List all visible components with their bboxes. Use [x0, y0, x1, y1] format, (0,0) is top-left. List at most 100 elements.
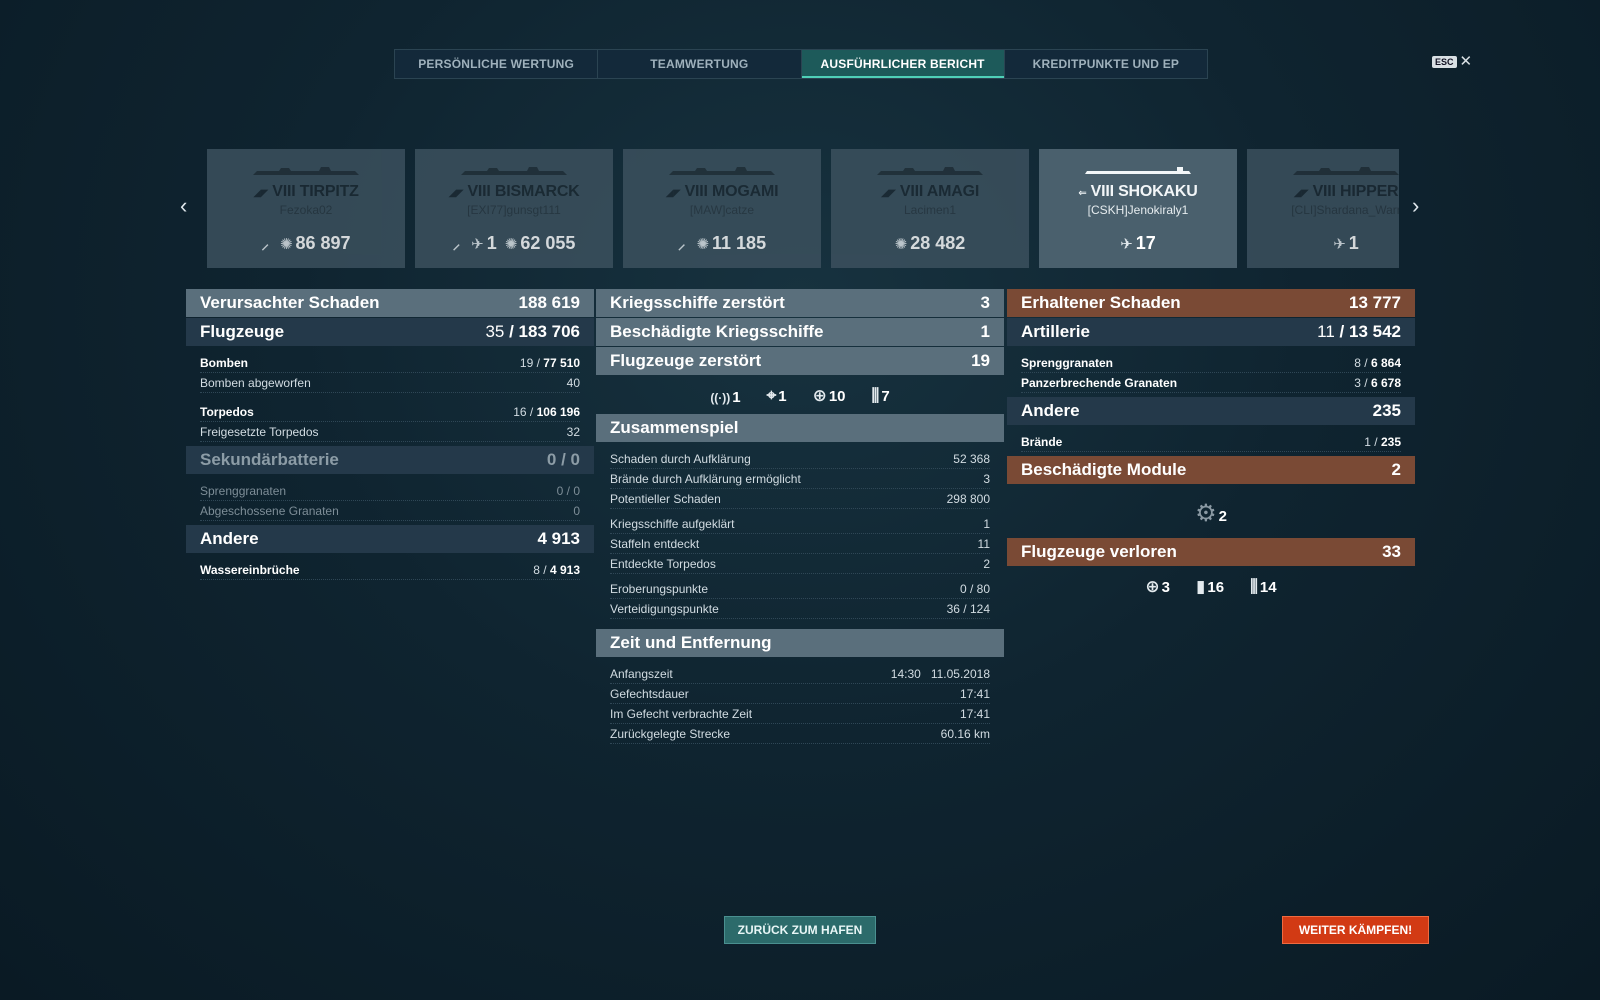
- tab-credits-xp[interactable]: KREDITPUNKTE UND EP: [1005, 50, 1207, 78]
- ship-card-shokaku[interactable]: ⇐ VIII SHOKAKU [CSKH]Jenokiraly1 ✈ 17: [1039, 149, 1237, 268]
- other-received-header: Andere 235: [1007, 397, 1415, 425]
- stat-item: ⚙ 2: [1195, 500, 1227, 527]
- other-damage-rows: Wassereinbrüche 8 / 4 913: [186, 554, 594, 584]
- planes-lost-header: Flugzeuge verloren 33: [1007, 538, 1415, 566]
- ship-card-tirpitz[interactable]: ◢◤ VIII TIRPITZ Fezoka02 ⸝ ✺ 86 897: [207, 149, 405, 268]
- shells-fired-row: Abgeschossene Granaten 0: [200, 501, 580, 521]
- bomb-icon: ▮: [1196, 577, 1206, 596]
- table-row: Gefechtsdauer 17:41: [610, 684, 990, 704]
- plane-shot-icon: ✈: [1120, 236, 1133, 253]
- player-name: [CLI]Shardana_Warr: [1291, 203, 1399, 217]
- battle-results-panel: Kriegsschiffe zerstört 3 Beschädigte Krie…: [596, 289, 1004, 748]
- player-name: Fezoka02: [279, 203, 333, 217]
- damage-dealt-panel: Verursachter Schaden 188 619 Flugzeuge 35 …: [186, 289, 594, 584]
- bombs-row: Bomben 19 / 77 510: [200, 353, 580, 373]
- ship-name: ◢◤ VIII TIRPITZ: [253, 183, 359, 200]
- stat-item: ✈ 1: [1333, 233, 1359, 253]
- fighter-target-icon: ⊕: [812, 386, 827, 405]
- he-shells-row: Sprenggranaten 8 / 6 864: [1021, 353, 1401, 373]
- stat-item: ✺ 11 185: [696, 233, 767, 253]
- flooding-icon: ✺: [504, 236, 518, 253]
- flooding-icon: ✺: [696, 236, 710, 253]
- damage-received-panel: Erhaltener Schaden 13 777 Artillerie 11 / …: [1007, 289, 1415, 605]
- ship-silhouette-icon: [877, 167, 983, 175]
- other-received-rows: Brände 1 / 235: [1007, 426, 1415, 456]
- ship-stats: ✈ 1: [1247, 233, 1399, 254]
- ship-silhouette-icon: [1293, 167, 1399, 175]
- ship-stats: ✈ 17: [1039, 233, 1237, 254]
- plane-shot-icon: ✈: [471, 236, 484, 253]
- tab-bar: PERSÖNLICHE WERTUNG TEAMWERTUNG AUSFÜHRL…: [394, 49, 1208, 79]
- ship-silhouette-icon: [461, 167, 567, 175]
- esc-key-label: ESC: [1432, 55, 1457, 68]
- close-icon: ✕: [1459, 53, 1473, 70]
- player-name: [EXI77]gunsgt111: [467, 203, 561, 217]
- crosshair-icon: ⌖: [766, 386, 777, 405]
- artillery-header: Artillerie 11 / 13 542: [1007, 318, 1415, 346]
- module-icon: ⚙: [1195, 500, 1217, 527]
- tab-personal-score[interactable]: PERSÖNLICHE WERTUNG: [395, 50, 599, 78]
- damaged-modules-breakdown: ⚙ 2: [1007, 485, 1415, 538]
- torpedo-bomber-icon: ⫼: [871, 386, 880, 405]
- teamplay-header: Zusammenspiel: [596, 414, 1004, 442]
- time-distance-rows: Anfangszeit 14:30 11.05.2018 Gefechtsdaue…: [596, 658, 1004, 748]
- warships-damaged-header: Beschädigte Kriegsschiffe 1: [596, 318, 1004, 346]
- torpedo-hit-icon: ⸝: [452, 235, 461, 253]
- ship-name: ⇐ VIII SHOKAKU: [1078, 183, 1198, 200]
- ship-stats: ⸝ ✺ 86 897: [207, 233, 405, 254]
- stat-item: ⊕ 3: [1145, 577, 1171, 596]
- other-damage-header: Andere 4 913: [186, 525, 594, 553]
- close-button[interactable]: ESC ✕: [1432, 54, 1472, 69]
- ship-card-amagi[interactable]: ◢◤ VIII AMAGI Lacimen1 ✺ 28 482: [831, 149, 1029, 268]
- tab-team-score[interactable]: TEAMWERTUNG: [598, 50, 802, 78]
- carrier-silhouette-icon: [1085, 167, 1191, 174]
- table-row: Staffeln entdeckt 11: [610, 534, 990, 554]
- torpedo-hit-icon: ⸝: [677, 235, 686, 253]
- damage-dealt-header: Verursachter Schaden 188 619: [186, 289, 594, 317]
- planes-lost-breakdown: ⊕ 3 ▮ 16 ⫼ 14: [1007, 567, 1415, 605]
- tab-detailed-report[interactable]: AUSFÜHRLICHER BERICHT: [801, 50, 1005, 78]
- carousel-next-arrow-icon[interactable]: ›: [1412, 193, 1419, 219]
- back-to-port-button[interactable]: ZURÜCK ZUM HAFEN: [724, 916, 876, 944]
- ship-cards-carousel: ◢◤ VIII TIRPITZ Fezoka02 ⸝ ✺ 86 897 ◢◤ VIII…: [207, 149, 1399, 268]
- stat-item: ⫼ 7: [871, 386, 890, 405]
- player-name: [CSKH]Jenokiraly1: [1087, 203, 1189, 217]
- table-row: Schaden durch Aufklärung 52 368: [610, 449, 990, 469]
- continue-battle-button[interactable]: WEITER KÄMPFEN!: [1282, 916, 1429, 944]
- fighter-target-icon: ⊕: [1145, 577, 1160, 596]
- player-name: [MAW]catze: [689, 203, 755, 217]
- ship-stats: ⸝ ✈ 1 ✺ 62 055: [415, 233, 613, 254]
- ship-card-mogami[interactable]: ◢◤ VIII MOGAMI [MAW]catze ⸝ ✺ 11 185: [623, 149, 821, 268]
- table-row: Brände durch Aufklärung ermöglicht 3: [610, 469, 990, 489]
- stat-item: ✈ 17: [1120, 233, 1156, 253]
- warships-destroyed-header: Kriegsschiffe zerstört 3: [596, 289, 1004, 317]
- stat-item: ✺ 28 482: [894, 233, 966, 253]
- table-row: Zurückgelegte Strecke 60.16 km: [610, 724, 990, 744]
- artillery-rows: Sprenggranaten 8 / 6 864 Panzerbrechende …: [1007, 347, 1415, 397]
- table-row: Kriegsschiffe aufgeklärt 1: [610, 514, 990, 534]
- stat-item: ✺ 62 055: [504, 233, 576, 253]
- ship-name: ◢◤ VIII MOGAMI: [665, 183, 779, 200]
- flooding-icon: ✺: [894, 236, 908, 253]
- ship-stats: ⸝ ✺ 11 185: [623, 233, 821, 254]
- stat-item: ✺ 86 897: [279, 233, 351, 253]
- table-row: Potentieller Schaden 298 800: [610, 489, 990, 509]
- ship-name: ◢◤ VIII BISMARCK: [448, 183, 580, 200]
- carousel-prev-arrow-icon[interactable]: ‹: [180, 193, 187, 219]
- flooding-row: Wassereinbrüche 8 / 4 913: [200, 560, 580, 580]
- ship-silhouette-icon: [669, 167, 775, 175]
- spotting-icon: ((·)): [710, 391, 731, 405]
- teamplay-rows: Schaden durch Aufklärung 52 368 Brände du…: [596, 443, 1004, 623]
- damaged-modules-header: Beschädigte Module 2: [1007, 456, 1415, 484]
- ship-card-bismarck[interactable]: ◢◤ VIII BISMARCK [EXI77]gunsgt111 ⸝ ✈ 1 ✺ 6…: [415, 149, 613, 268]
- torpedos-row: Torpedos 16 / 106 196: [200, 402, 580, 422]
- stat-item: ((·)) 1: [710, 389, 741, 406]
- stat-item: ⊕ 10: [812, 386, 846, 405]
- ship-silhouette-icon: [253, 167, 359, 175]
- torpedo-bomber-icon: ⫼: [1250, 577, 1258, 596]
- stat-item: ⌖ 1: [766, 386, 787, 405]
- ship-card-hipper[interactable]: ◢◤ VIII HIPPER [CLI]Shardana_Warr ✈ 1: [1247, 149, 1399, 268]
- aircraft-destroyed-header: Flugzeuge zerstört 19: [596, 347, 1004, 375]
- bombs-dropped-row: Bomben abgeworfen 40: [200, 373, 580, 393]
- ship-name: ◢◤ VIII AMAGI: [880, 183, 980, 200]
